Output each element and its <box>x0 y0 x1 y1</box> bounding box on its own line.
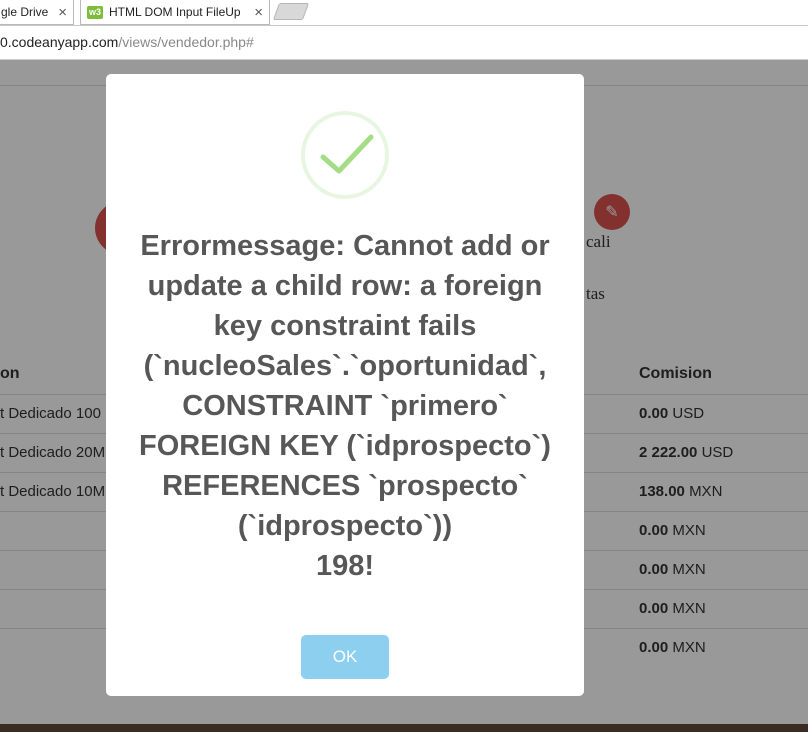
new-tab-button[interactable] <box>272 3 310 20</box>
browser-tabstrip: gle Drive × w3 HTML DOM Input FileUp × <box>0 0 808 26</box>
message-line: key constraint fails <box>213 310 477 342</box>
dialog-message: Errormessage: Cannot add or update a chi… <box>126 226 564 586</box>
url-path: /views/vendedor.php# <box>118 34 254 50</box>
ok-button[interactable]: OK <box>301 635 389 679</box>
taskbar-strip <box>0 724 808 732</box>
message-line: (`idprospecto`)) <box>237 510 453 542</box>
success-check-icon <box>301 111 389 199</box>
url-host: 0.codeanyapp.com <box>0 34 119 50</box>
message-line: update a child row: a foreign <box>147 270 543 302</box>
message-line: (`nucleoSales`.`oportunidad`, <box>143 350 547 382</box>
tab-title: gle Drive <box>1 5 49 19</box>
tab-title: HTML DOM Input FileUp <box>109 5 241 19</box>
close-icon[interactable]: × <box>58 5 67 20</box>
alert-dialog: Errormessage: Cannot add or update a chi… <box>106 74 584 696</box>
url-text[interactable]: 0.codeanyapp.com/views/vendedor.php# <box>0 34 254 50</box>
message-line: Errormessage: Cannot add or <box>140 230 550 262</box>
message-line: FOREIGN KEY (`idprospecto`) <box>139 430 551 462</box>
close-icon[interactable]: × <box>254 5 263 20</box>
message-line: REFERENCES `prospecto` <box>162 470 528 502</box>
tab-google-drive[interactable]: gle Drive × <box>0 0 74 25</box>
message-line: CONSTRAINT `primero` <box>182 390 508 422</box>
w3schools-icon: w3 <box>87 5 103 19</box>
address-bar[interactable]: 0.codeanyapp.com/views/vendedor.php# <box>0 26 808 60</box>
tab-html-dom-input[interactable]: w3 HTML DOM Input FileUp × <box>80 0 270 25</box>
message-line: 198! <box>315 550 375 582</box>
